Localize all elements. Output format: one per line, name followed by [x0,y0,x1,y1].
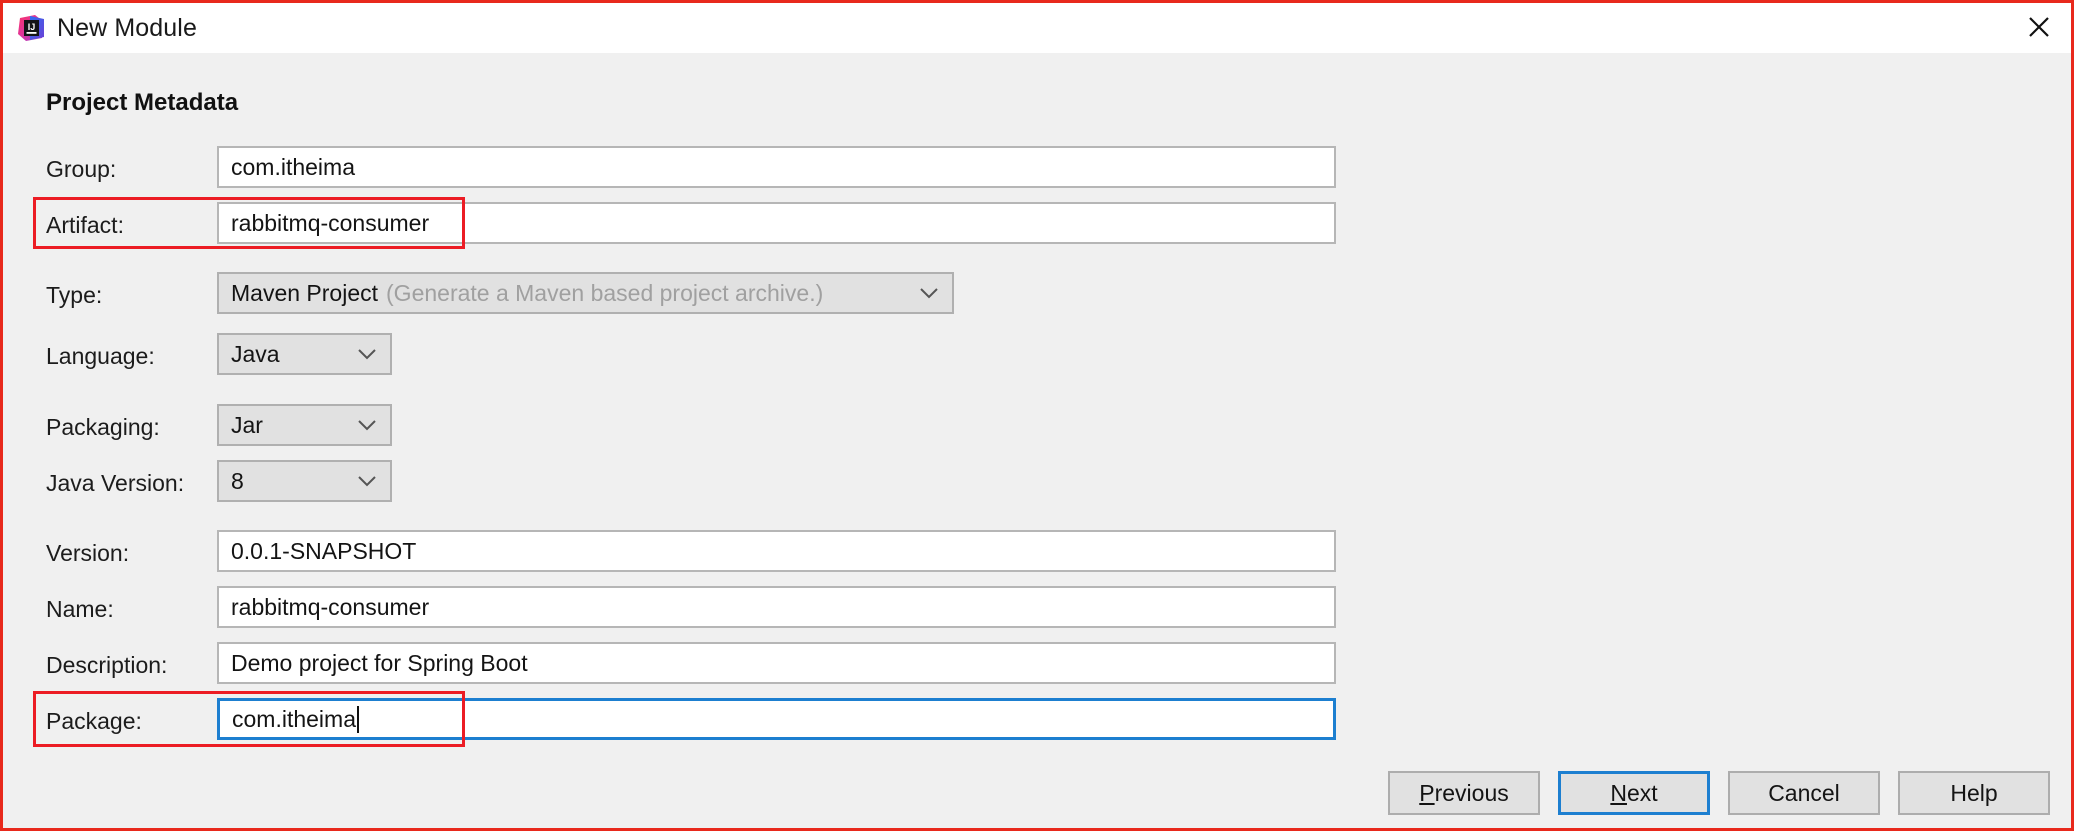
cancel-button[interactable]: Cancel [1728,771,1880,815]
cancel-button-label: Cancel [1768,779,1840,806]
language-label: Language: [46,343,155,369]
close-icon [2027,15,2051,39]
version-input-value: 0.0.1-SNAPSHOT [231,537,417,564]
group-input[interactable]: com.itheima [217,146,1336,188]
java-version-value: 8 [231,467,244,494]
java-version-combobox[interactable]: 8 [217,460,392,502]
dialog-body: Project Metadata Group: com.itheima Arti… [3,53,2071,828]
packaging-value: Jar [231,411,263,438]
new-module-dialog: IJ New Module Project Metadata Group: co… [0,0,2074,831]
close-button[interactable] [2007,3,2071,51]
next-button-mnemonic: N [1610,779,1627,806]
group-label: Group: [46,156,117,182]
version-label: Version: [46,540,130,566]
next-button[interactable]: Next [1558,771,1710,815]
name-input[interactable]: rabbitmq-consumer [217,586,1336,628]
previous-button-label: revious [1434,779,1509,806]
dialog-title: New Module [57,13,197,42]
type-label: Type: [46,282,103,308]
name-input-value: rabbitmq-consumer [231,593,430,620]
package-input-value: com.itheima [232,705,356,732]
group-input-value: com.itheima [231,153,355,180]
section-heading: Project Metadata [46,89,239,116]
chevron-down-icon [358,476,376,487]
language-combobox[interactable]: Java [217,333,392,375]
artifact-label: Artifact: [46,212,124,238]
packaging-combobox[interactable]: Jar [217,404,392,446]
package-input[interactable]: com.itheima [217,698,1336,740]
previous-button-mnemonic: P [1419,779,1435,806]
chevron-down-icon [358,349,376,360]
help-button[interactable]: Help [1898,771,2050,815]
text-caret [356,705,359,733]
intellij-idea-icon: IJ [17,14,45,42]
chevron-down-icon [358,420,376,431]
type-combobox[interactable]: Maven Project (Generate a Maven based pr… [217,272,954,314]
previous-button[interactable]: Previous [1388,771,1540,815]
type-hint: (Generate a Maven based project archive.… [386,279,824,306]
chevron-down-icon [920,288,938,299]
packaging-label: Packaging: [46,414,160,440]
next-button-label: ext [1626,779,1658,806]
help-button-label: Help [1950,779,1998,806]
artifact-input[interactable]: rabbitmq-consumer [217,202,1336,244]
description-input-value: Demo project for Spring Boot [231,649,528,676]
version-input[interactable]: 0.0.1-SNAPSHOT [217,530,1336,572]
artifact-input-value: rabbitmq-consumer [231,209,430,236]
name-label: Name: [46,596,114,622]
description-label: Description: [46,652,168,678]
type-value: Maven Project [231,279,379,306]
package-label: Package: [46,708,142,734]
description-input[interactable]: Demo project for Spring Boot [217,642,1336,684]
dialog-title-bar: IJ New Module [3,3,2071,53]
java-version-label: Java Version: [46,470,185,496]
language-value: Java [231,340,280,367]
svg-text:IJ: IJ [28,22,36,32]
